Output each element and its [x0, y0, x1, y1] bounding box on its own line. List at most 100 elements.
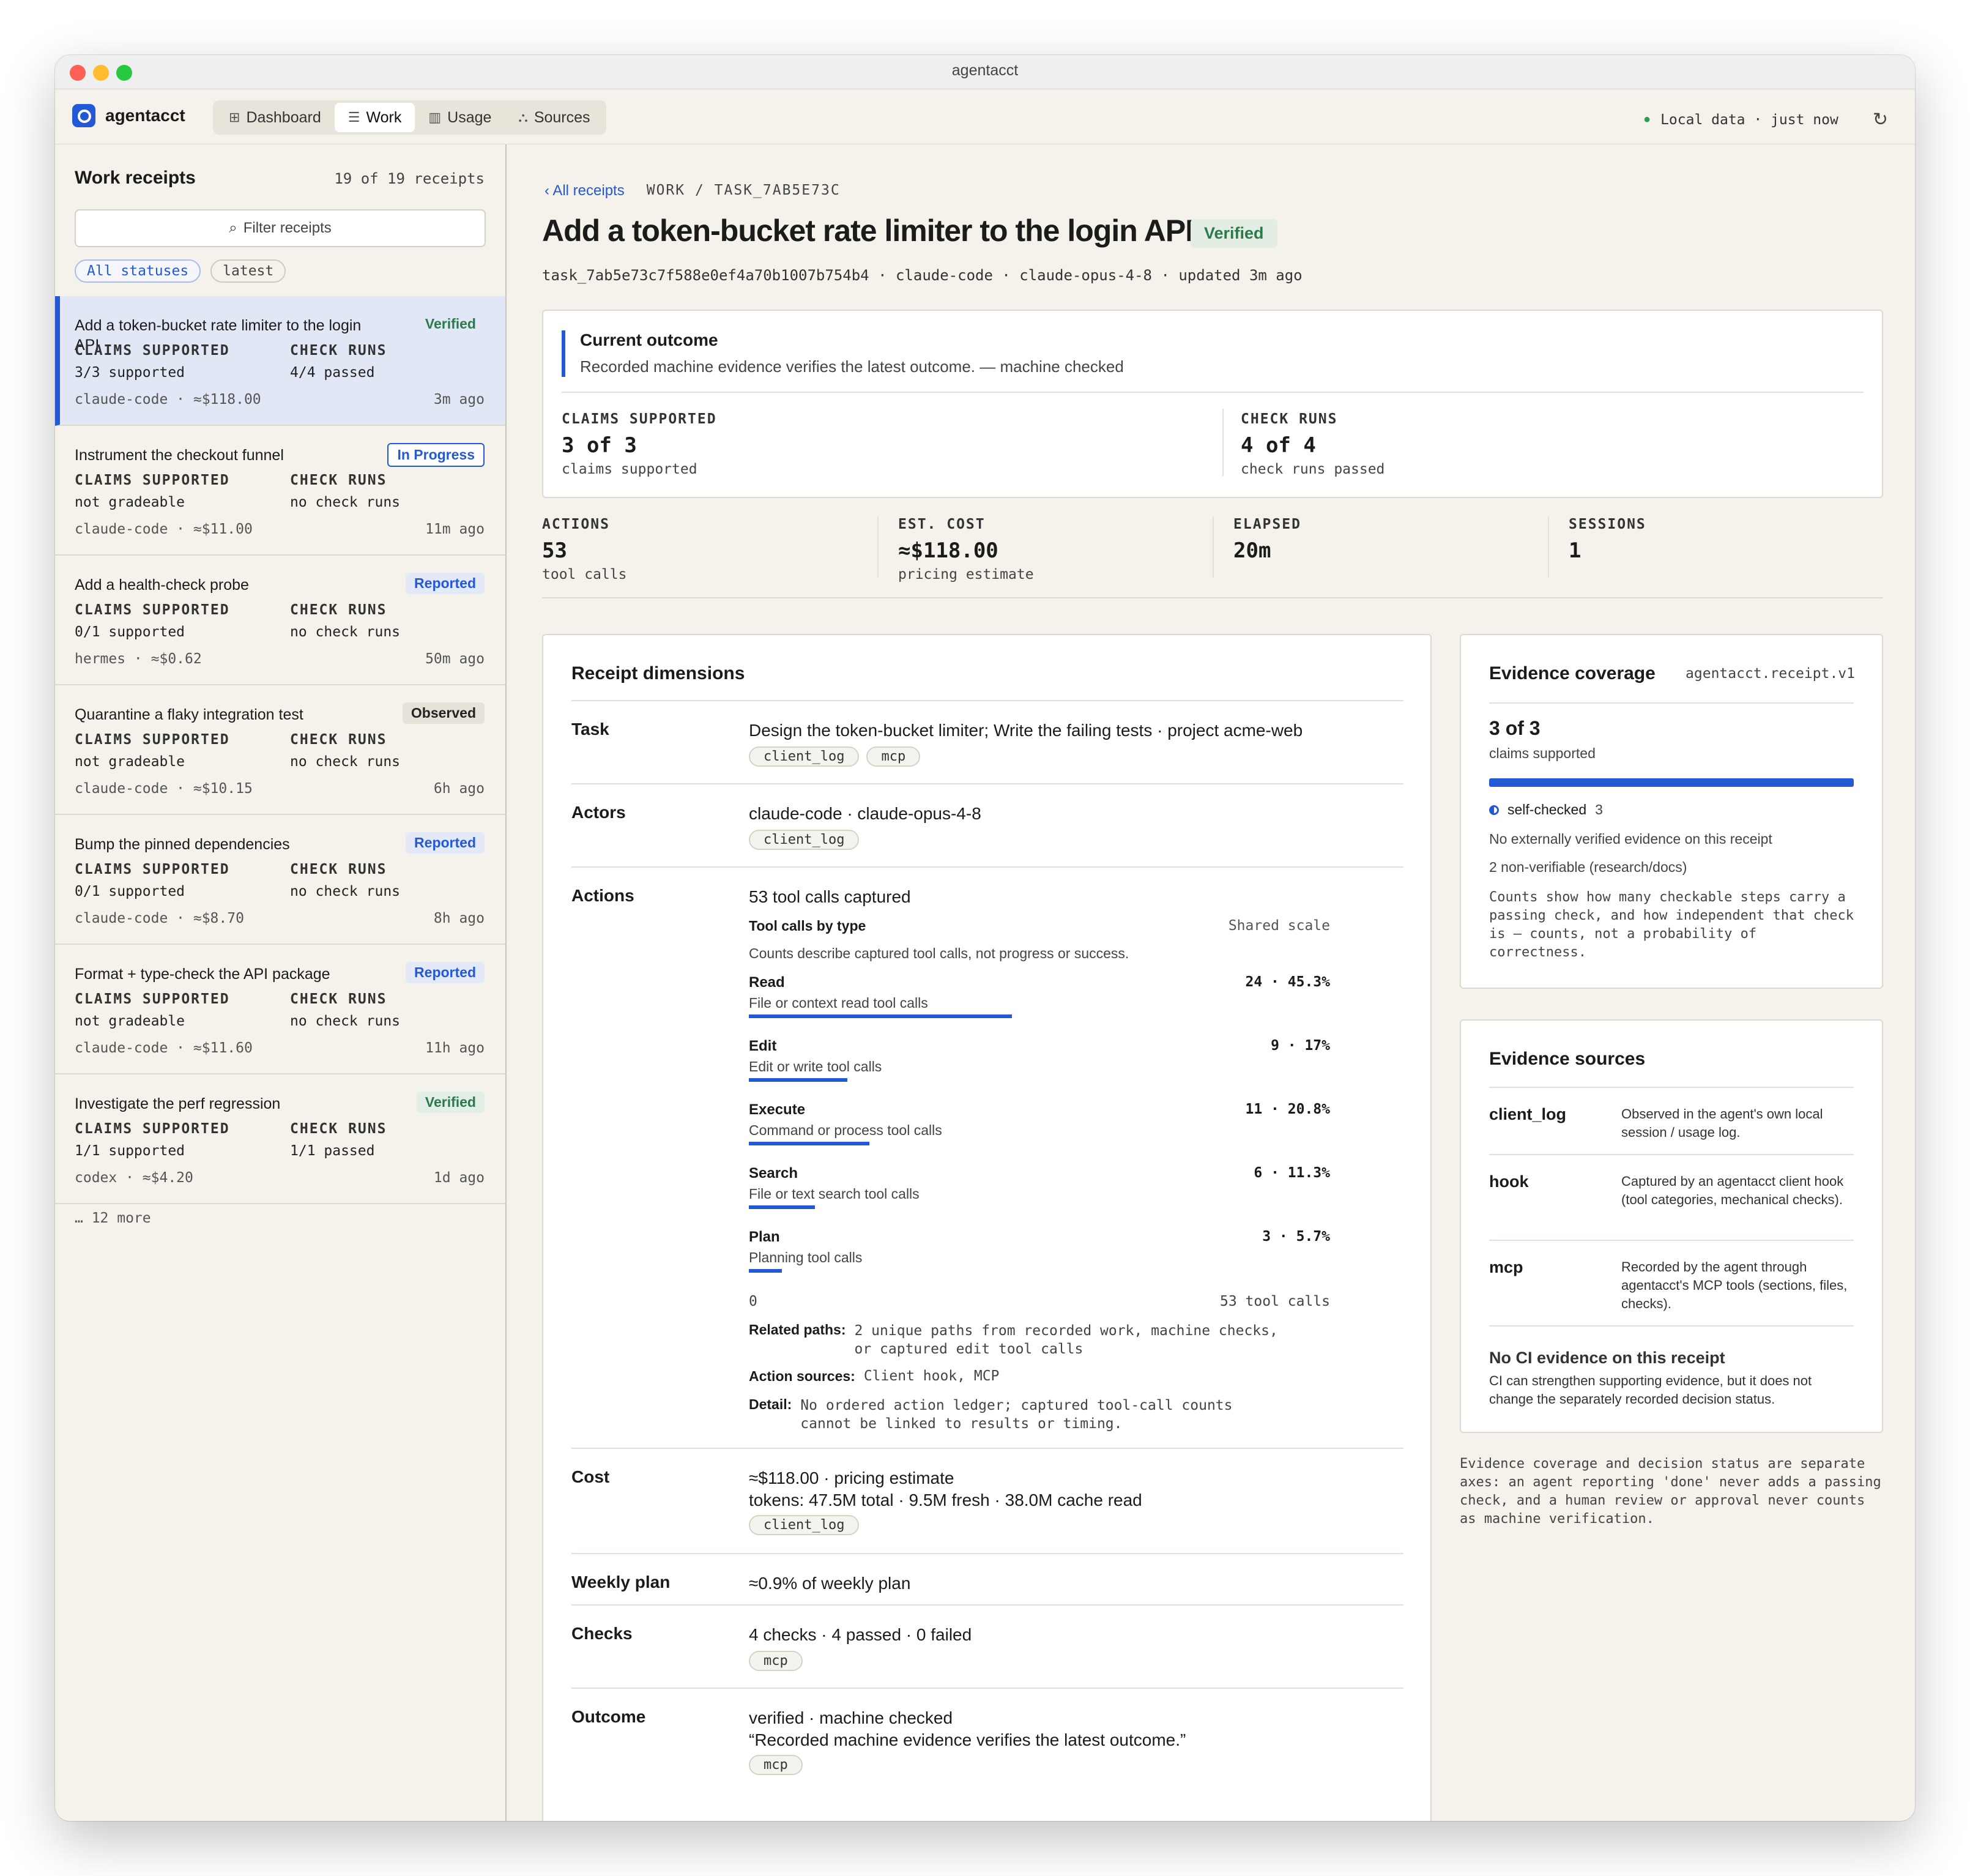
stat-sessions: SESSIONS 1 — [1569, 516, 1646, 563]
stat-elapsed: ELAPSED 20m — [1233, 516, 1301, 563]
dimension-label: Checks — [571, 1624, 633, 1643]
dimension-value: claude-code · claude-opus-4-8 — [749, 804, 981, 823]
action-sources: Action sources: Client hook, MCP — [749, 1368, 1000, 1384]
sidebar-title: Work receipts — [75, 168, 196, 188]
tab-sources[interactable]: ⛬ Sources — [505, 103, 603, 132]
chip-latest[interactable]: latest — [210, 259, 286, 283]
filter-placeholder: Filter receipts — [243, 220, 332, 236]
tab-usage[interactable]: ▥ Usage — [415, 103, 505, 132]
receipt-item[interactable]: Investigate the perf regression Verified… — [55, 1074, 505, 1204]
bar-value-label: 11 · 20.8% — [1245, 1101, 1330, 1117]
checks-label: CHECK RUNS — [290, 991, 387, 1007]
claims-label: CLAIMS SUPPORTED — [75, 732, 230, 748]
receipt-list: Add a token-bucket rate limiter to the l… — [55, 296, 505, 1204]
receipt-item[interactable]: Bump the pinned dependencies Reported CL… — [55, 815, 505, 945]
claims-label: CLAIMS SUPPORTED — [75, 343, 230, 359]
metric-value: 4 of 4 — [1241, 433, 1316, 458]
brand-name: agentacct — [105, 106, 185, 125]
more-receipts-link[interactable]: … 12 more — [75, 1210, 151, 1226]
breadcrumb-path: WORK / TASK_7AB5E73C — [646, 182, 841, 198]
bar-label: Execute — [749, 1101, 806, 1118]
checks-metric: CHECK RUNS 4 of 4 check runs passed — [1241, 411, 1385, 477]
coverage-legend: self-checked 3 — [1489, 802, 1603, 818]
checks-label: CHECK RUNS — [290, 602, 387, 618]
main-nav: ⊞ Dashboard ☰ Work ▥ Usage ⛬ Sources — [213, 100, 606, 135]
receipt-time: 3m ago — [433, 392, 485, 408]
receipt-item[interactable]: Instrument the checkout funnel In Progre… — [55, 426, 505, 556]
source-desc: Captured by an agentacct client hook (to… — [1621, 1174, 1844, 1207]
receipt-time: 8h ago — [433, 910, 485, 926]
status-badge: Verified — [416, 1092, 485, 1113]
claims-value: not gradeable — [75, 754, 185, 770]
dimension-label: Weekly plan — [571, 1573, 671, 1591]
stats-row: ACTIONS 53 tool calls EST. COST ≈$118.00… — [542, 507, 1883, 598]
checks-value: 4/4 passed — [290, 365, 375, 381]
breadcrumb: ‹ All receipts WORK / TASK_7AB5E73C — [545, 182, 841, 199]
metric-label: CHECK RUNS — [1241, 411, 1338, 427]
evidence-sources-card: Evidence sources client_log Observed in … — [1460, 1019, 1883, 1433]
checks-value: no check runs — [290, 884, 401, 899]
app-header: agentacct ⊞ Dashboard ☰ Work ▥ Usage ⛬ Sourc… — [55, 89, 1915, 144]
axis-min-label: 0 — [749, 1293, 757, 1309]
receipt-meta: claude-code · ≈$10.15 — [75, 781, 253, 797]
source-tag: client_log — [749, 830, 860, 850]
checks-value: no check runs — [290, 494, 401, 510]
source-tag: mcp — [866, 746, 921, 767]
dimension-value: ≈$118.00 · pricing estimate tokens: 47.5M… — [749, 1468, 1142, 1509]
receipt-item[interactable]: Add a health-check probe Reported CLAIMS… — [55, 556, 505, 685]
claims-value: not gradeable — [75, 494, 185, 510]
bar-item-execute: Execute Command or process tool calls 11 ·… — [749, 1101, 1330, 1145]
receipt-count: 19 of 19 receipts — [334, 170, 485, 187]
claims-value: 1/1 supported — [75, 1143, 185, 1159]
dimension-label: Actions — [571, 886, 634, 905]
receipt-meta: hermes · ≈$0.62 — [75, 651, 202, 667]
grid-icon: ⊞ — [229, 110, 240, 125]
tab-work[interactable]: ☰ Work — [334, 103, 415, 132]
receipt-meta: claude-code · ≈$11.60 — [75, 1040, 253, 1056]
bar-item-search: Search File or text search tool calls 6 · … — [749, 1165, 1330, 1209]
source-key: hook — [1489, 1172, 1529, 1191]
metric-sub: check runs passed — [1241, 461, 1385, 477]
divider — [877, 516, 879, 578]
receipt-meta: codex · ≈$4.20 — [75, 1170, 193, 1186]
list-icon: ☰ — [348, 110, 360, 125]
card-title: Receipt dimensions — [571, 663, 745, 683]
search-icon: ⌕ — [229, 220, 237, 236]
claims-metric: CLAIMS SUPPORTED 3 of 3 claims supported — [562, 411, 717, 477]
bar-value-label: 9 · 17% — [1271, 1038, 1330, 1054]
chip-all-statuses[interactable]: All statuses — [75, 259, 201, 283]
dimension-label: Outcome — [571, 1707, 646, 1726]
checks-value: no check runs — [290, 1013, 401, 1029]
dimension-actors: Actors claude-code · claude-opus-4-8 cli… — [571, 783, 1403, 866]
status-badge: Reported — [406, 832, 485, 854]
divider — [1489, 1325, 1854, 1327]
dimension-value: ≈0.9% of weekly plan — [749, 1574, 911, 1593]
refresh-icon[interactable]: ↻ — [1873, 109, 1888, 130]
bar-label: Search — [749, 1165, 798, 1182]
checks-value: 1/1 passed — [290, 1143, 375, 1159]
divider — [562, 392, 1864, 393]
source-key: client_log — [1489, 1105, 1567, 1123]
card-title: Evidence sources — [1489, 1049, 1646, 1069]
receipt-item[interactable]: Quarantine a flaky integration test Obse… — [55, 685, 505, 815]
checks-label: CHECK RUNS — [290, 732, 387, 748]
receipt-item[interactable]: Format + type-check the API package Repo… — [55, 945, 505, 1074]
bar — [749, 1014, 1013, 1018]
claims-label: CLAIMS SUPPORTED — [75, 602, 230, 618]
status-badge: Verified — [425, 316, 476, 332]
bar-description: File or text search tool calls — [749, 1186, 920, 1202]
status-badge: In Progress — [387, 443, 485, 467]
bar-description: Command or process tool calls — [749, 1122, 942, 1138]
receipt-item[interactable]: Add a token-bucket rate limiter to the l… — [55, 296, 505, 426]
card-title: Evidence coverage — [1489, 663, 1656, 683]
bar-description: Edit or write tool calls — [749, 1059, 882, 1074]
dimension-label: Task — [571, 720, 609, 739]
tab-dashboard[interactable]: ⊞ Dashboard — [215, 103, 335, 132]
coverage-explanation: Counts show how many checkable steps car… — [1489, 890, 1854, 960]
brand[interactable]: agentacct — [72, 104, 185, 127]
receipt-detail: ‹ All receipts WORK / TASK_7AB5E73C Add … — [508, 144, 1915, 1821]
filter-input[interactable]: ⌕ Filter receipts — [75, 209, 486, 247]
schema-version: agentacct.receipt.v1 — [1686, 666, 1855, 682]
all-receipts-link[interactable]: ‹ All receipts — [545, 182, 625, 199]
coverage-note: No externally verified evidence on this … — [1489, 831, 1772, 847]
